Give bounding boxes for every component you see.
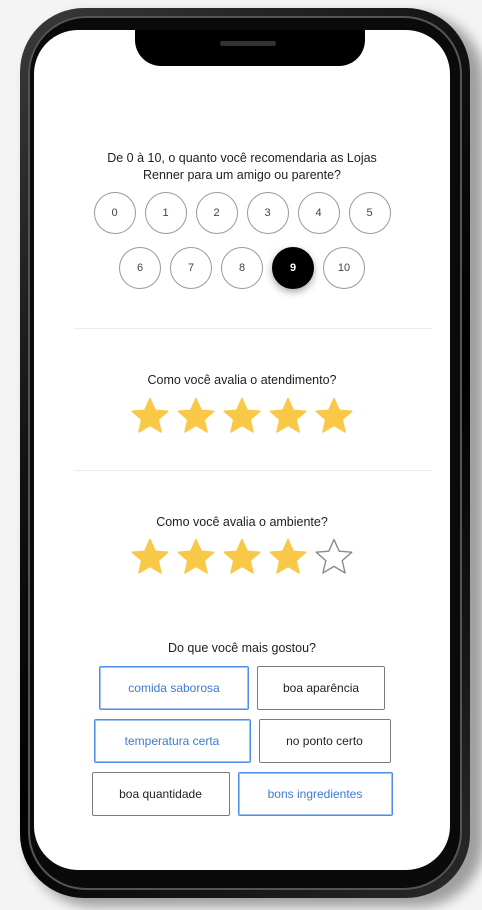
service-question: Como você avalia o atendimento? — [147, 373, 337, 387]
star-empty-icon[interactable] — [314, 537, 354, 577]
phone-screen: De 0 à 10, o quanto você recomendaria as… — [34, 30, 450, 870]
nps-option-0[interactable]: 0 — [93, 192, 136, 234]
star-filled-icon[interactable] — [176, 537, 216, 577]
ambience-rating — [34, 537, 450, 577]
star-filled-icon[interactable] — [130, 537, 170, 577]
section-divider — [74, 470, 432, 471]
star-filled-icon[interactable] — [268, 396, 308, 436]
nps-option-5[interactable]: 5 — [348, 192, 391, 234]
nps-option-10[interactable]: 10 — [323, 247, 365, 289]
nps-question-line-2: Renner para um amigo ou parente? — [142, 168, 342, 182]
nps-option-7[interactable]: 7 — [170, 247, 212, 289]
nps-option-9[interactable]: 9 — [272, 247, 314, 289]
chip-comida-saborosa[interactable]: comida saborosa — [99, 666, 249, 710]
nps-option-4[interactable]: 4 — [297, 192, 340, 234]
chip-boa-aparencia[interactable]: boa aparência — [257, 666, 385, 710]
star-filled-icon[interactable] — [268, 537, 308, 577]
nps-option-1[interactable]: 1 — [144, 192, 187, 234]
nps-scale-row-2: 6 7 8 9 10 — [34, 247, 450, 289]
chip-bons-ingredientes[interactable]: bons ingredientes — [237, 772, 393, 816]
ambience-question: Como você avalia o ambiente? — [156, 515, 328, 529]
chip-boa-quantidade[interactable]: boa quantidade — [91, 772, 230, 816]
likes-options: comida saborosa boa aparência temperatur… — [34, 666, 450, 825]
chip-no-ponto-certo[interactable]: no ponto certo — [258, 719, 391, 763]
nps-scale-row-1: 0 1 2 3 4 5 — [34, 192, 450, 234]
star-filled-icon[interactable] — [314, 396, 354, 436]
nps-question-line-1: De 0 à 10, o quanto você recomendaria as… — [107, 151, 377, 165]
star-filled-icon[interactable] — [130, 396, 170, 436]
nps-option-2[interactable]: 2 — [195, 192, 238, 234]
section-divider — [74, 328, 432, 329]
likes-question: Do que você mais gostou? — [167, 641, 316, 655]
nps-option-6[interactable]: 6 — [119, 247, 161, 289]
nps-option-3[interactable]: 3 — [246, 192, 289, 234]
star-filled-icon[interactable] — [176, 396, 216, 436]
phone-notch — [135, 30, 365, 66]
nps-question: De 0 à 10, o quanto você recomendaria as… — [34, 150, 450, 184]
star-filled-icon[interactable] — [222, 396, 262, 436]
star-filled-icon[interactable] — [222, 537, 262, 577]
speaker-grille — [220, 41, 276, 46]
chip-temperatura-certa[interactable]: temperatura certa — [93, 719, 251, 763]
nps-option-8[interactable]: 8 — [221, 247, 263, 289]
service-rating — [34, 396, 450, 436]
